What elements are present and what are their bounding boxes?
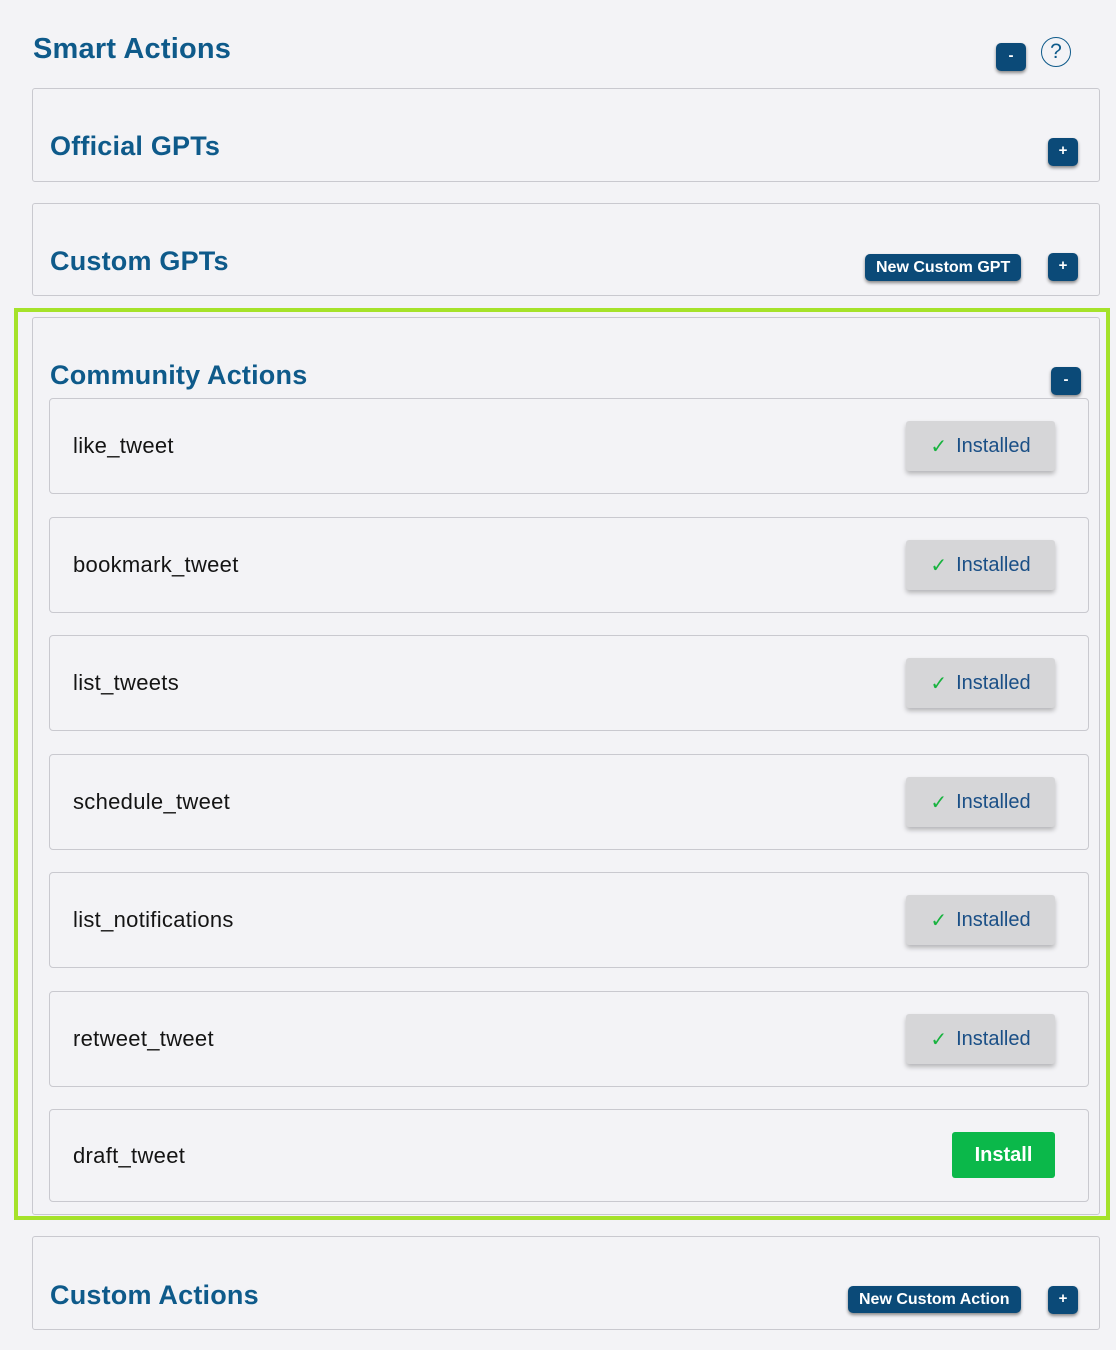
expand-official-gpts-button[interactable]: +: [1048, 138, 1078, 166]
expand-custom-actions-button[interactable]: +: [1048, 1286, 1078, 1314]
expand-custom-gpts-button[interactable]: +: [1048, 253, 1078, 281]
custom-gpts-title: Custom GPTs: [50, 246, 229, 276]
custom-actions-title: Custom Actions: [50, 1280, 259, 1310]
custom-gpts-panel: Custom GPTs New Custom GPT +: [32, 203, 1100, 296]
community-actions-highlight: [14, 308, 1110, 1220]
collapse-all-button[interactable]: -: [996, 43, 1026, 71]
new-custom-gpt-button[interactable]: New Custom GPT: [865, 254, 1022, 281]
custom-actions-panel: Custom Actions New Custom Action +: [32, 1236, 1100, 1330]
new-custom-action-button[interactable]: New Custom Action: [848, 1286, 1021, 1313]
official-gpts-panel: Official GPTs +: [32, 88, 1100, 182]
page-title: Smart Actions: [33, 33, 232, 65]
official-gpts-title: Official GPTs: [50, 131, 221, 161]
help-icon[interactable]: ?: [1041, 37, 1071, 67]
smart-actions-page: Smart Actions - ? Official GPTs + Custom…: [0, 0, 1116, 1350]
